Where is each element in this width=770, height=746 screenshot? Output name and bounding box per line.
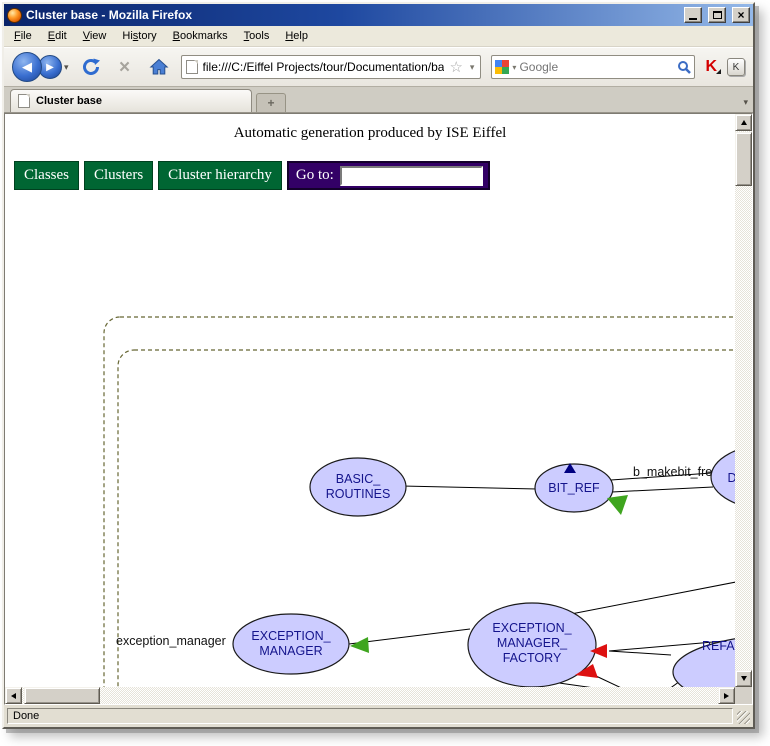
back-arrow-icon: ◀ <box>22 59 32 75</box>
url-bar[interactable]: ☆ ▾ <box>181 55 482 79</box>
green-arrow-exception-manager-icon <box>350 637 369 653</box>
virtual-keyboard-button[interactable]: K <box>727 58 745 76</box>
goto-box: Go to: <box>287 161 490 190</box>
search-magnifier-icon[interactable] <box>677 60 691 74</box>
node-label: D <box>727 471 735 485</box>
scroll-left-button[interactable] <box>5 687 22 704</box>
search-input[interactable] <box>519 60 674 74</box>
cluster-hierarchy-button[interactable]: Cluster hierarchy <box>158 161 282 190</box>
menu-file[interactable]: File <box>6 27 40 45</box>
status-text: Done <box>7 708 733 724</box>
vertical-scroll-track[interactable] <box>735 131 752 670</box>
node-label: REFA <box>702 639 735 653</box>
maximize-button[interactable] <box>708 7 726 23</box>
menu-view[interactable]: View <box>75 27 115 45</box>
cluster-name-label: exception_manager <box>116 634 226 648</box>
scroll-left-icon <box>11 693 16 699</box>
cluster-diagram: BASIC_ ROUTINES BIT_REF D EXCEPTION_ MAN… <box>5 114 735 687</box>
tab-label: Cluster base <box>36 95 102 107</box>
home-icon <box>149 57 169 77</box>
minimize-button[interactable] <box>684 7 702 23</box>
history-dropdown-button[interactable]: ▾ <box>64 62 69 73</box>
edge-feature-label: b_makebit_fre <box>633 465 712 479</box>
browser-client-area: Automatic generation produced by ISE Eif… <box>4 113 753 705</box>
close-button[interactable]: × <box>732 7 750 23</box>
google-logo-icon <box>495 60 509 74</box>
clusters-button[interactable]: Clusters <box>84 161 153 190</box>
tab-cluster-base[interactable]: Cluster base <box>10 89 252 112</box>
scroll-down-button[interactable] <box>735 670 752 687</box>
horizontal-scrollbar[interactable] <box>5 687 752 704</box>
navigation-toolbar: ◀ ▶ ▾ × ☆ ▾ ▾ <box>4 47 753 87</box>
stop-icon: × <box>119 58 130 77</box>
menu-history[interactable]: History <box>114 27 164 45</box>
reload-button[interactable] <box>79 54 103 80</box>
list-all-tabs-button[interactable]: ▾ <box>743 97 748 108</box>
search-engine-dropdown-icon[interactable]: ▾ <box>512 63 516 72</box>
cluster-boundary-outer <box>104 317 735 687</box>
status-bar: Done <box>4 705 753 727</box>
reload-icon <box>81 57 101 77</box>
tab-strip: Cluster base + ▾ <box>4 87 753 113</box>
kaspersky-icon[interactable]: K <box>705 59 717 75</box>
classes-button[interactable]: Classes <box>14 161 79 190</box>
home-button[interactable] <box>147 54 171 80</box>
url-dropdown-icon[interactable]: ▾ <box>468 62 477 73</box>
node-label: MANAGER <box>259 644 322 658</box>
menu-help[interactable]: Help <box>277 27 316 45</box>
node-label: FACTORY <box>503 651 562 665</box>
close-icon: × <box>737 9 744 21</box>
tab-page-icon <box>18 94 30 108</box>
menu-bookmarks[interactable]: Bookmarks <box>165 27 236 45</box>
menubar: File Edit View History Bookmarks Tools H… <box>4 26 753 47</box>
browser-window: Cluster base - Mozilla Firefox × File Ed… <box>2 2 755 729</box>
scroll-down-icon <box>741 676 747 681</box>
firefox-icon <box>7 8 22 23</box>
forward-arrow-icon: ▶ <box>46 62 54 73</box>
horizontal-scroll-track[interactable] <box>22 687 718 704</box>
titlebar: Cluster base - Mozilla Firefox × <box>4 4 753 26</box>
window-title: Cluster base - Mozilla Firefox <box>26 8 678 22</box>
bookmark-star-icon[interactable]: ☆ <box>449 60 462 75</box>
minimize-icon <box>689 18 697 20</box>
back-forward-group: ◀ ▶ ▾ <box>12 52 69 82</box>
node-label: BASIC_ <box>336 472 382 486</box>
node-label: EXCEPTION_ <box>251 629 331 643</box>
vertical-scroll-thumb[interactable] <box>735 132 752 186</box>
scrollbar-corner <box>735 687 752 704</box>
url-input[interactable] <box>203 60 445 74</box>
search-box[interactable]: ▾ <box>491 55 695 79</box>
node-label: MANAGER_ <box>497 636 568 650</box>
resize-grip-icon[interactable] <box>737 711 750 724</box>
goto-input[interactable] <box>340 166 483 186</box>
goto-label: Go to: <box>296 167 334 184</box>
back-button[interactable]: ◀ <box>12 52 42 82</box>
scroll-right-button[interactable] <box>718 687 735 704</box>
page-nav-controls: Classes Clusters Cluster hierarchy Go to… <box>14 161 490 190</box>
scroll-up-icon <box>741 120 747 125</box>
page-title: Automatic generation produced by ISE Eif… <box>5 125 735 142</box>
maximize-icon <box>713 11 722 19</box>
node-label: EXCEPTION_ <box>492 621 572 635</box>
horizontal-scroll-thumb[interactable] <box>24 687 100 704</box>
stop-button[interactable]: × <box>113 54 137 80</box>
new-tab-button[interactable]: + <box>256 93 286 112</box>
menu-tools[interactable]: Tools <box>236 27 278 45</box>
page-content: Automatic generation produced by ISE Eif… <box>5 114 735 687</box>
page-favicon <box>186 60 198 74</box>
node-label: BIT_REF <box>548 481 600 495</box>
node-label: ROUTINES <box>326 487 391 501</box>
scroll-right-icon <box>724 693 729 699</box>
menu-edit[interactable]: Edit <box>40 27 75 45</box>
green-arrow-bitref-icon <box>607 495 628 515</box>
vertical-scrollbar[interactable] <box>735 114 752 687</box>
scroll-up-button[interactable] <box>735 114 752 131</box>
